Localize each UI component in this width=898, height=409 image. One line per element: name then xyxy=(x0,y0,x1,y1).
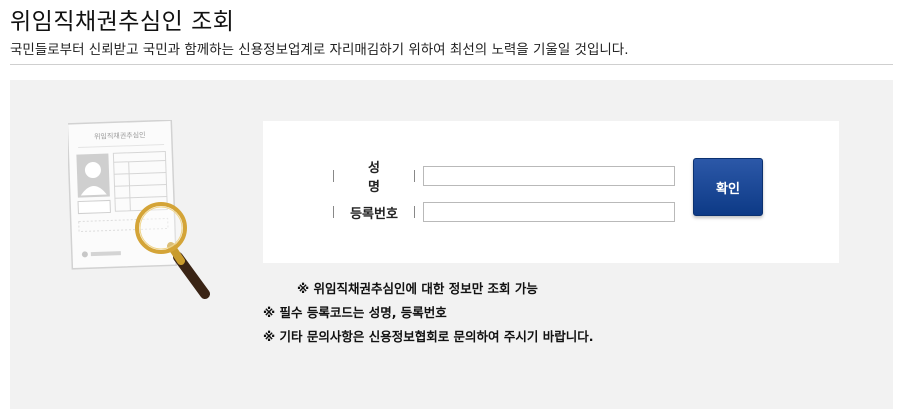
id-card-with-magnifier-icon: 위임직채권추심인 xyxy=(66,119,218,302)
header-divider xyxy=(10,64,893,65)
page-subtitle: 국민들로부터 신뢰받고 국민과 함께하는 신용정보업계로 자리매김하기 위하여 … xyxy=(10,42,629,58)
notice-item: ※ 필수 등록코드는 성명, 등록번호 xyxy=(263,305,447,320)
label-divider xyxy=(414,170,415,182)
name-input[interactable] xyxy=(423,166,675,186)
label-divider xyxy=(414,206,415,218)
search-panel: 위임직채권추심인 성명 등록번호 확인 ※ 위임직채권추심인에 대한 정보만 조… xyxy=(10,80,893,409)
name-label: 성명 xyxy=(368,161,402,195)
registration-label: 등록번호 xyxy=(350,206,398,222)
name-row: 성명 xyxy=(333,161,675,195)
search-form: 성명 등록번호 확인 xyxy=(263,121,839,263)
page-title: 위임직채권추심인 조회 xyxy=(10,9,235,35)
notice-item: ※ 위임직채권추심인에 대한 정보만 조회 가능 xyxy=(297,281,538,296)
notice-item: ※ 기타 문의사항은 신용정보협회로 문의하여 주시기 바랍니다. xyxy=(263,329,594,344)
registration-input[interactable] xyxy=(423,202,675,222)
card-title: 위임직채권추심인 xyxy=(94,130,146,141)
notice-list: ※ 위임직채권추심인에 대한 정보만 조회 가능 ※ 필수 등록코드는 성명, … xyxy=(263,280,594,352)
confirm-button[interactable]: 확인 xyxy=(693,158,763,216)
registration-row: 등록번호 xyxy=(333,201,675,223)
